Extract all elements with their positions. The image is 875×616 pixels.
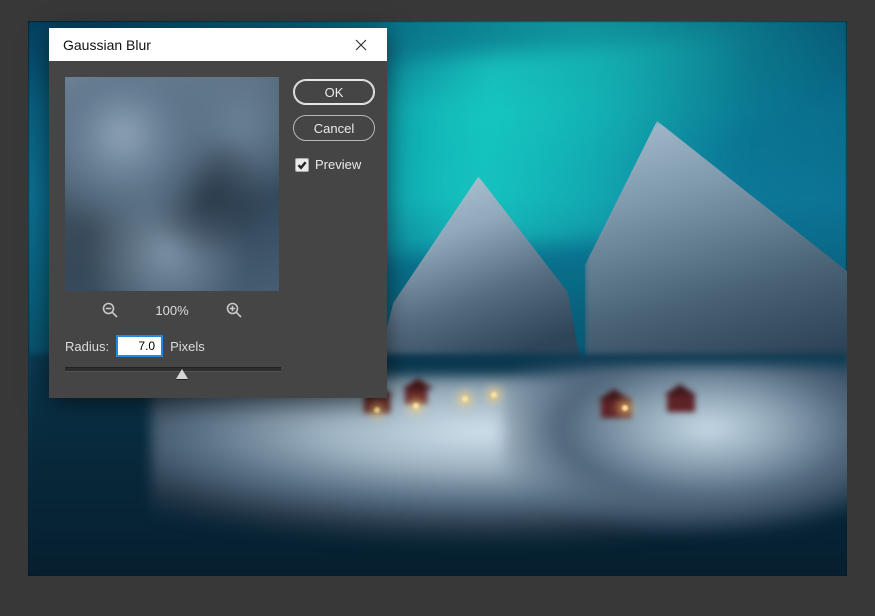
filter-preview-image bbox=[65, 77, 279, 291]
dialog-buttons: OK Cancel Preview bbox=[293, 79, 375, 172]
radius-row: Radius: Pixels bbox=[65, 336, 345, 356]
cancel-button[interactable]: Cancel bbox=[293, 115, 375, 141]
dialog-title: Gaussian Blur bbox=[63, 37, 151, 53]
dialog-body: 100% Radius: Pixels OK Cancel Preview bbox=[49, 61, 387, 398]
scene-house bbox=[667, 393, 695, 412]
radius-slider-track[interactable] bbox=[65, 367, 281, 372]
ok-button[interactable]: OK bbox=[293, 79, 375, 105]
scene-light bbox=[491, 392, 497, 398]
zoom-in-icon bbox=[226, 302, 242, 318]
scene-light bbox=[622, 405, 628, 411]
filter-preview[interactable] bbox=[65, 77, 279, 291]
gaussian-blur-dialog: Gaussian Blur 100% Radius: Pixels OK bbox=[49, 28, 387, 398]
zoom-controls: 100% bbox=[65, 301, 279, 319]
close-icon bbox=[355, 39, 367, 51]
scene-house bbox=[405, 387, 427, 404]
close-button[interactable] bbox=[341, 28, 381, 61]
scene-light bbox=[374, 407, 380, 413]
checkmark-icon bbox=[297, 160, 307, 170]
radius-input[interactable] bbox=[117, 336, 162, 356]
dialog-titlebar[interactable]: Gaussian Blur bbox=[49, 28, 387, 61]
radius-units: Pixels bbox=[170, 339, 205, 354]
zoom-out-icon bbox=[102, 302, 118, 318]
scene-light bbox=[462, 396, 468, 402]
preview-checkbox[interactable] bbox=[295, 158, 309, 172]
preview-checkbox-label: Preview bbox=[315, 157, 361, 172]
zoom-level: 100% bbox=[155, 303, 188, 318]
preview-checkbox-row[interactable]: Preview bbox=[293, 157, 361, 172]
radius-slider-thumb[interactable] bbox=[176, 369, 188, 379]
zoom-out-button[interactable] bbox=[101, 301, 119, 319]
radius-label: Radius: bbox=[65, 339, 109, 354]
scene-light bbox=[413, 403, 419, 409]
zoom-in-button[interactable] bbox=[225, 301, 243, 319]
